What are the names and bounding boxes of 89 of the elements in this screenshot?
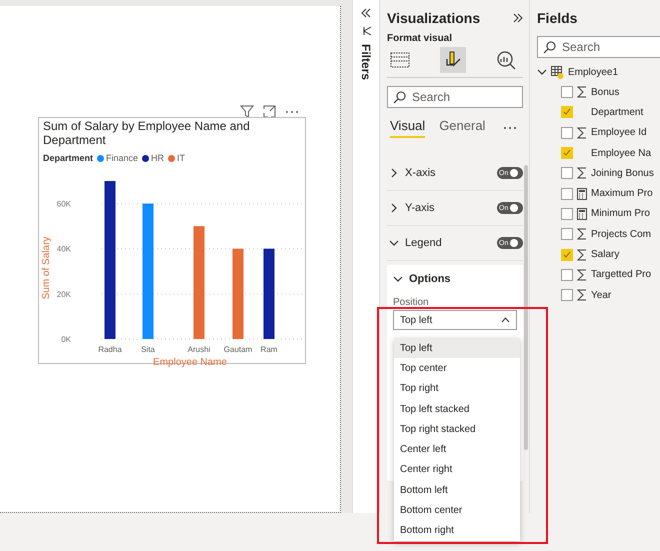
- dropdown-option[interactable]: Top left stacked: [394, 398, 520, 420]
- field-name[interactable]: Employee Id: [591, 127, 647, 138]
- dropdown-option[interactable]: Bottom center: [394, 500, 520, 521]
- checkbox[interactable]: [561, 167, 573, 180]
- checkbox[interactable]: [561, 208, 573, 220]
- field-name[interactable]: Salary: [591, 249, 620, 260]
- dropdown-option[interactable]: Top center: [394, 358, 520, 379]
- checkbox[interactable]: [561, 228, 573, 240]
- pane-title: Visualizations: [387, 10, 480, 26]
- chevron-icon[interactable]: [389, 238, 399, 248]
- collapse-icon[interactable]: [361, 8, 371, 18]
- y-tick-label: 40K: [56, 244, 71, 254]
- chevron-icon[interactable]: [389, 168, 399, 178]
- section-label[interactable]: X-axis: [405, 167, 436, 179]
- sigma-icon: [577, 289, 587, 302]
- expand-chevron-icon[interactable]: [537, 67, 547, 77]
- legend-label: Finance: [106, 153, 138, 163]
- tab[interactable]: Visual: [390, 118, 426, 138]
- y-tick-label: 60K: [56, 200, 71, 209]
- field-name[interactable]: Bonus: [591, 86, 620, 98]
- checkbox[interactable]: [561, 289, 573, 302]
- x-tick-label: Gautam: [224, 345, 252, 354]
- dropdown-option[interactable]: Center right: [394, 460, 520, 480]
- field-name[interactable]: Projects Com: [591, 228, 652, 240]
- field-name[interactable]: Year: [591, 290, 612, 301]
- filters-label[interactable]: Filters: [359, 44, 373, 80]
- legend-label: HR: [151, 153, 164, 163]
- sigma-icon: [577, 228, 587, 240]
- field-name[interactable]: Department: [591, 106, 644, 118]
- options-label[interactable]: Options: [409, 273, 451, 285]
- tab[interactable]: General: [439, 118, 486, 138]
- dropdown-option[interactable]: Center left: [394, 439, 520, 460]
- checkbox[interactable]: [561, 86, 573, 98]
- checkbox[interactable]: [561, 106, 573, 118]
- x-tick-label: Sita: [141, 345, 155, 354]
- y-tick-label: 0K: [61, 335, 71, 344]
- dropdown-option[interactable]: Bottom left: [394, 480, 520, 500]
- sigma-icon: [577, 268, 587, 281]
- pane-title: Fields: [537, 10, 578, 26]
- format-visual-label: Format visual: [387, 33, 454, 44]
- sigma-icon: [577, 126, 587, 139]
- dropdown-option[interactable]: Top right: [394, 378, 520, 399]
- legend-title: Department: [43, 153, 94, 163]
- chevron-icon[interactable]: [389, 203, 399, 213]
- x-tick-label: Ram: [260, 345, 278, 354]
- field-name[interactable]: Joining Bonus: [591, 168, 654, 179]
- field-name[interactable]: Maximum Pro: [591, 188, 653, 200]
- field-name[interactable]: Minimum Pro: [591, 208, 650, 220]
- checkbox[interactable]: [561, 188, 573, 200]
- sigma-icon: [577, 167, 587, 180]
- scrollbar[interactable]: [524, 165, 528, 450]
- dropdown-option[interactable]: Top right stacked: [394, 419, 520, 440]
- position-dropdown[interactable]: Top left: [393, 310, 517, 330]
- expand-icon[interactable]: [513, 13, 523, 23]
- section-label[interactable]: Y-axis: [405, 202, 435, 214]
- field-name[interactable]: Employee Na: [591, 148, 652, 159]
- table-icon: [551, 66, 564, 78]
- y-tick-label: 20K: [56, 290, 71, 299]
- search-field[interactable]: Search: [537, 36, 660, 58]
- grid-icon[interactable]: [390, 52, 410, 68]
- caret-icon: [501, 317, 510, 323]
- legend-label: IT: [177, 153, 186, 163]
- table-name[interactable]: Employee1: [568, 66, 618, 78]
- dropdown-option[interactable]: Top left: [394, 338, 520, 358]
- x-tick-label: Arushi: [188, 345, 210, 354]
- y-axis-title: Sum of Salary: [41, 236, 52, 300]
- x-tick-label: Radha: [98, 345, 122, 354]
- focus-mode-icon[interactable]: [263, 105, 276, 118]
- chevron-icon[interactable]: [393, 274, 403, 284]
- dropdown-option[interactable]: Bottom right: [394, 520, 520, 541]
- sigma-icon: [577, 248, 587, 261]
- checkbox[interactable]: [561, 126, 573, 139]
- chart-title: Sum of Salary by Employee Name and Department: [42, 118, 251, 148]
- format-tab[interactable]: [440, 47, 466, 73]
- checkbox[interactable]: [561, 268, 573, 281]
- analytics-icon[interactable]: [496, 50, 516, 70]
- calculator-icon: [577, 188, 587, 200]
- checkbox[interactable]: [561, 248, 573, 261]
- sigma-icon: [577, 86, 587, 98]
- position-label: Position: [393, 297, 430, 308]
- search-field[interactable]: Search: [387, 86, 523, 108]
- search-icon: [393, 91, 406, 104]
- checkbox[interactable]: [561, 147, 573, 160]
- search-icon: [543, 41, 556, 54]
- section-label[interactable]: Legend: [405, 237, 442, 249]
- more-options-icon[interactable]: [285, 110, 299, 114]
- field-name[interactable]: Targetted Pro: [591, 269, 652, 280]
- calculator-icon: [577, 208, 587, 220]
- more-options-icon[interactable]: [503, 126, 517, 130]
